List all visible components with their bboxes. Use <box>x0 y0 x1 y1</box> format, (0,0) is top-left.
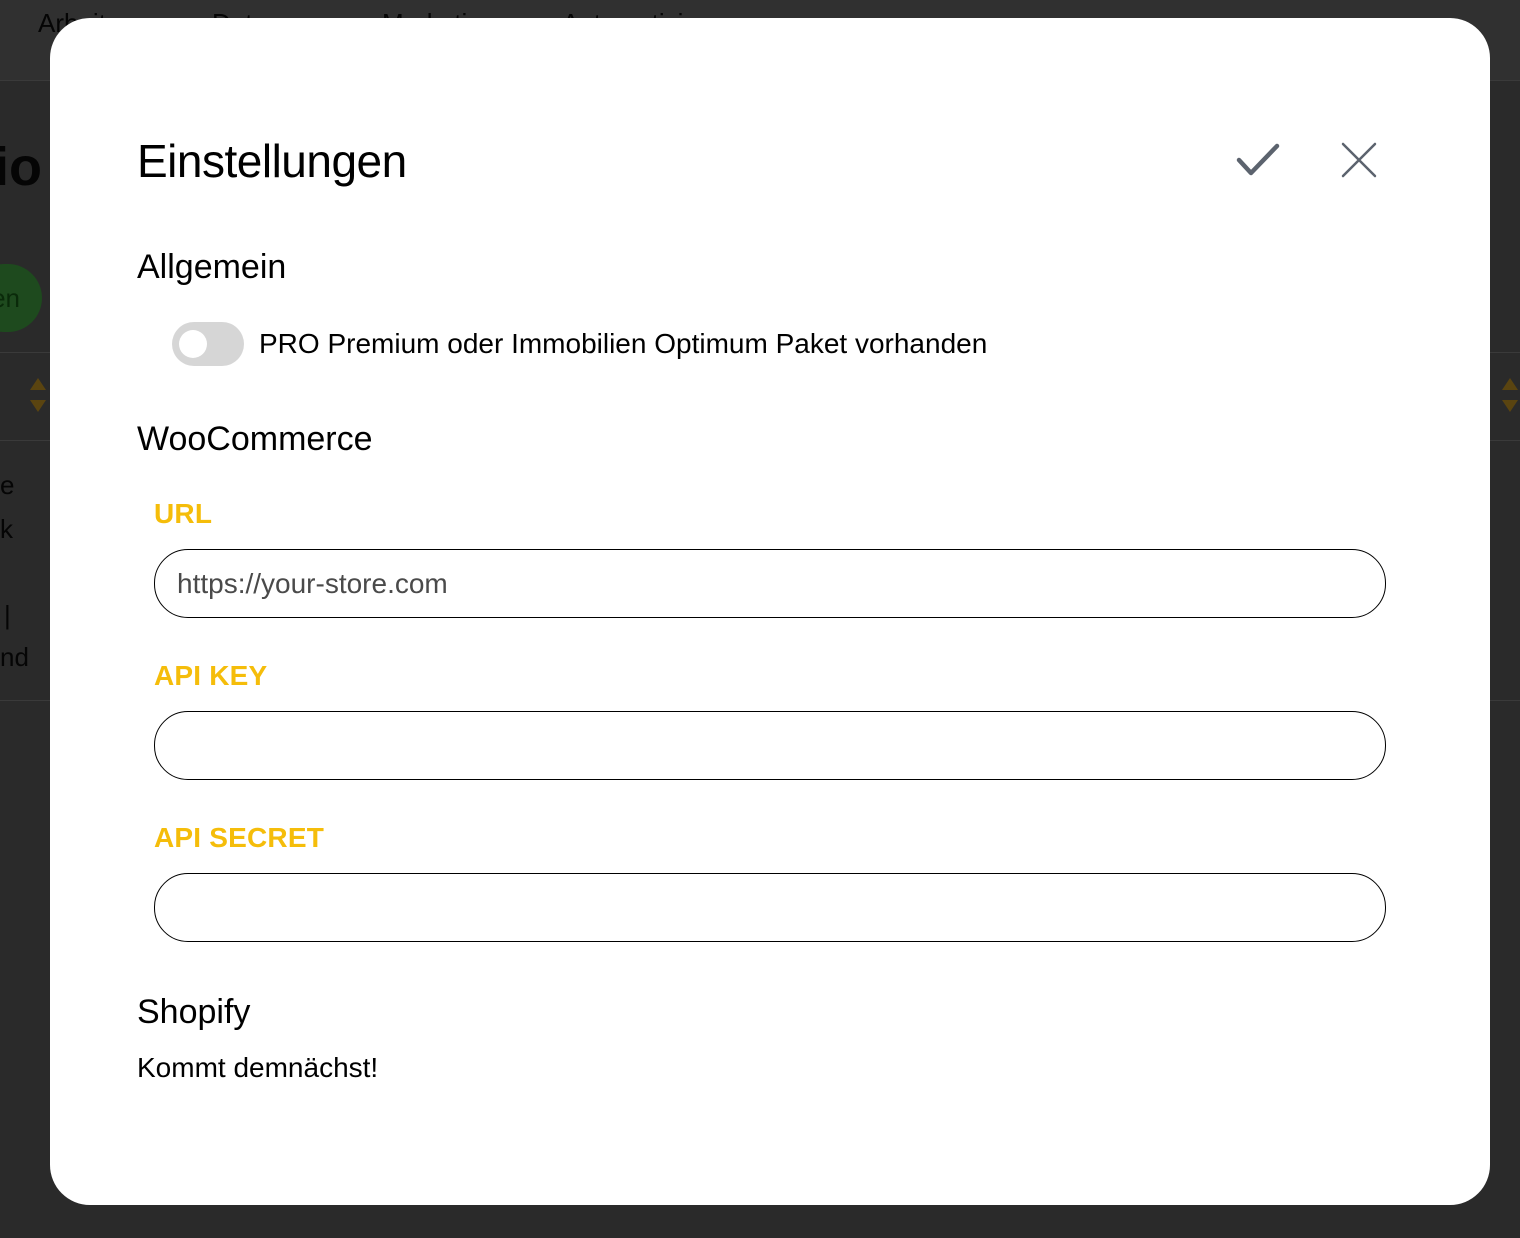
confirm-button[interactable] <box>1230 132 1286 188</box>
toggle-knob <box>179 330 207 358</box>
background-sort-icon <box>1502 378 1518 414</box>
section-heading-general: Allgemein <box>137 248 287 286</box>
api-secret-label: API SECRET <box>154 822 325 853</box>
section-heading-shopify: Shopify <box>137 993 251 1031</box>
background-page-title: io <box>0 137 42 197</box>
pro-package-toggle-label: PRO Premium oder Immobilien Optimum Pake… <box>259 328 988 359</box>
background-text: e <box>0 470 15 500</box>
modal-title: Einstellungen <box>137 135 407 187</box>
close-button[interactable] <box>1331 132 1387 188</box>
background-green-button: en <box>0 264 42 332</box>
api-key-input[interactable] <box>154 711 1386 780</box>
background-text: nd <box>0 642 29 672</box>
section-heading-woocommerce: WooCommerce <box>137 420 373 458</box>
check-icon <box>1236 143 1280 176</box>
background-sort-icon <box>30 378 46 414</box>
background-text: | <box>4 600 11 630</box>
url-label: URL <box>154 498 213 529</box>
background-text: k <box>0 514 13 544</box>
close-icon <box>1341 142 1377 178</box>
api-secret-input[interactable] <box>154 873 1386 942</box>
shopify-coming-soon-text: Kommt demnächst! <box>137 1052 379 1083</box>
api-key-label: API KEY <box>154 660 268 691</box>
settings-modal: Einstellungen Allgemein PRO Premium oder… <box>50 18 1490 1205</box>
pro-package-toggle[interactable] <box>172 322 244 366</box>
pro-package-toggle-row: PRO Premium oder Immobilien Optimum Pake… <box>172 322 987 366</box>
url-input[interactable] <box>154 549 1386 618</box>
